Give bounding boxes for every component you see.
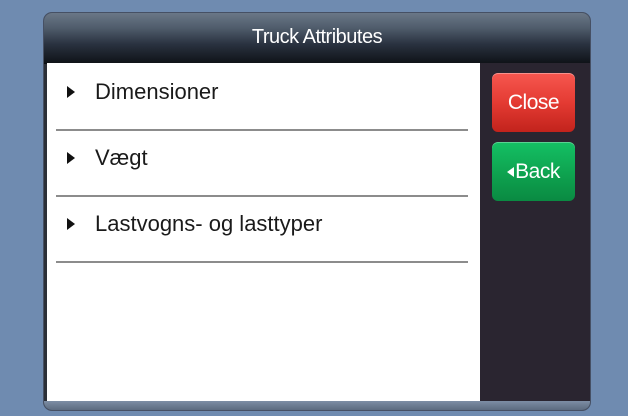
back-button[interactable]: Back [492,142,575,201]
triangle-left-icon [507,166,515,177]
list-item-vaegt[interactable]: Vægt [56,129,468,197]
list-item-label: Lastvogns- og lasttyper [95,211,323,236]
close-button-label: Close [507,90,560,114]
triangle-right-icon [67,86,75,98]
list-item-label: Vægt [95,145,148,170]
back-button-label: Back [515,159,560,183]
attribute-list: Dimensioner Vægt Lastvogns- og lasttyper [47,63,480,401]
dialog-title: Truck Attributes [251,26,383,48]
triangle-right-icon [67,218,75,230]
action-sidebar: Close Back [480,63,590,401]
triangle-right-icon [67,152,75,164]
bottom-bar [44,401,590,410]
close-button[interactable]: Close [492,73,575,132]
truck-attributes-dialog: Truck Attributes Dimensioner Vægt Lastvo… [44,13,590,410]
list-item-dimensioner[interactable]: Dimensioner [56,63,468,131]
title-bar: Truck Attributes [44,13,590,64]
list-item-label: Dimensioner [95,79,219,104]
list-item-lastvogns-og-lasttyper[interactable]: Lastvogns- og lasttyper [56,195,468,263]
